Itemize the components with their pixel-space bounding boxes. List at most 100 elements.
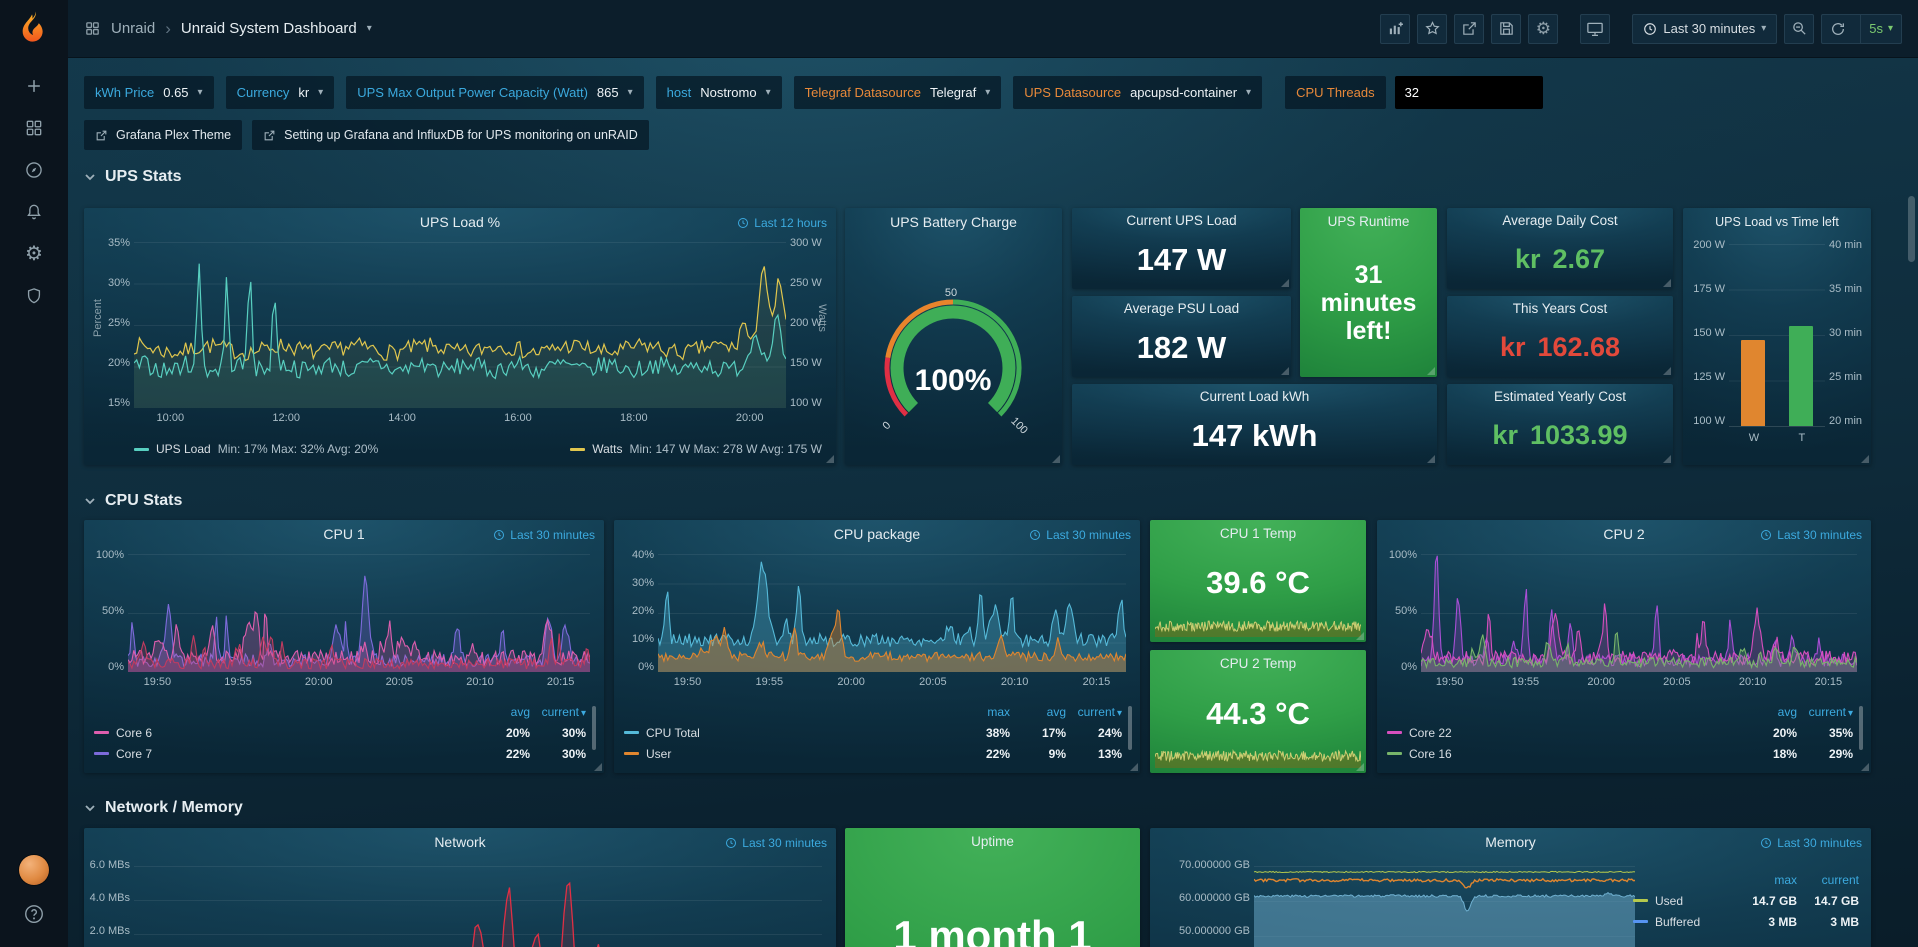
- add-panel-button[interactable]: [1380, 14, 1410, 44]
- caret-down-icon[interactable]: ▾: [367, 24, 372, 34]
- configuration-gear-icon[interactable]: ⚙: [13, 233, 55, 275]
- legend-col-current[interactable]: current▾: [530, 705, 586, 719]
- stat-number: 2.67: [1552, 244, 1605, 275]
- variable-telegraf-datasource[interactable]: Telegraf Datasource Telegraf ▾: [794, 76, 1002, 109]
- dashboards-grid-icon[interactable]: [13, 107, 55, 149]
- legend-row[interactable]: Core 16 18% 29%: [1387, 743, 1853, 764]
- panel-title[interactable]: This Years Cost: [1447, 296, 1673, 320]
- tv-mode-button[interactable]: [1580, 14, 1610, 44]
- create-plus-icon[interactable]: [13, 65, 55, 107]
- share-button[interactable]: [1454, 14, 1484, 44]
- cpu2-temp-sparkline: [1155, 744, 1361, 768]
- variable-ups-datasource[interactable]: UPS Datasource apcupsd-container ▾: [1013, 76, 1262, 109]
- dashboard-settings-button[interactable]: ⚙: [1528, 14, 1558, 44]
- legend-col-avg[interactable]: avg: [1010, 705, 1066, 719]
- panel-title[interactable]: Current Load kWh: [1072, 384, 1437, 408]
- legend-item-watts[interactable]: Watts Min: 147 W Max: 278 W Avg: 175 W: [570, 442, 822, 456]
- legend-scrollbar[interactable]: [1859, 706, 1863, 750]
- legend-item-ups-load[interactable]: UPS Load Min: 17% Max: 32% Avg: 20%: [134, 442, 378, 456]
- admin-shield-icon[interactable]: [13, 275, 55, 317]
- panel-title[interactable]: Average Daily Cost: [1447, 208, 1673, 232]
- network-chart[interactable]: [134, 866, 822, 947]
- legend-col-max[interactable]: max: [1735, 873, 1797, 887]
- legend-col-current[interactable]: current: [1797, 873, 1859, 887]
- cpu2-chart[interactable]: [1421, 554, 1857, 672]
- time-range-picker[interactable]: Last 30 minutes ▾: [1632, 14, 1777, 44]
- stat-number: 162.68: [1537, 332, 1620, 363]
- breadcrumb-dashboard-title[interactable]: Unraid System Dashboard: [181, 20, 357, 37]
- link-grafana-plex-theme[interactable]: Grafana Plex Theme: [84, 120, 242, 150]
- legend-scrollbar[interactable]: [592, 706, 596, 750]
- bar-time-left: [1789, 326, 1813, 426]
- refresh-now-button[interactable]: [1822, 15, 1854, 43]
- legend-row[interactable]: Core 22 20% 35%: [1387, 722, 1853, 743]
- series-color-dash: [1633, 899, 1648, 902]
- axis-tick: 20:05: [919, 676, 947, 688]
- legend-row[interactable]: Used 14.7 GB 14.7 GB: [1633, 890, 1859, 911]
- y-axis: 6.0 MBs 4.0 MBs 2.0 MBs: [86, 860, 130, 936]
- caret-down-icon: ▾: [1761, 24, 1766, 34]
- gauge-tick: 0: [880, 419, 893, 432]
- alerting-bell-icon[interactable]: [13, 191, 55, 233]
- cpu1-chart[interactable]: [128, 554, 590, 672]
- link-ups-monitoring-guide[interactable]: Setting up Grafana and InfluxDB for UPS …: [252, 120, 649, 150]
- legend-col-avg[interactable]: avg: [474, 705, 530, 719]
- series-color-dash: [624, 731, 639, 734]
- variable-label: kWh Price: [95, 85, 154, 100]
- legend-scrollbar[interactable]: [1128, 706, 1132, 750]
- panel-title[interactable]: Estimated Yearly Cost: [1447, 384, 1673, 408]
- panel-title[interactable]: UPS Load %: [84, 208, 836, 236]
- axis-tick: 30 min: [1829, 328, 1862, 338]
- caret-down-icon: ▾: [1246, 88, 1251, 98]
- sort-caret-icon: ▾: [581, 708, 586, 719]
- legend-row[interactable]: Core 7 22% 30%: [94, 743, 586, 764]
- row-header-ups-stats[interactable]: UPS Stats: [84, 168, 181, 186]
- clock-icon: [1029, 529, 1041, 541]
- grafana-logo[interactable]: [17, 9, 51, 43]
- panel-title[interactable]: UPS Load vs Time left: [1683, 208, 1871, 236]
- cpu-threads-input[interactable]: [1395, 76, 1543, 109]
- breadcrumb-folder[interactable]: Unraid: [111, 20, 155, 37]
- axis-tick: 150 W: [1693, 328, 1725, 338]
- variable-host[interactable]: host Nostromo ▾: [656, 76, 782, 109]
- panel-title[interactable]: Average PSU Load: [1072, 296, 1291, 320]
- save-button[interactable]: [1491, 14, 1521, 44]
- star-button[interactable]: [1417, 14, 1447, 44]
- panel-title[interactable]: Network: [84, 828, 836, 856]
- zoom-out-button[interactable]: [1784, 14, 1814, 44]
- refresh-interval-picker[interactable]: 5s ▾: [1860, 15, 1901, 43]
- user-avatar[interactable]: [19, 855, 49, 885]
- panel-title[interactable]: CPU 2 Temp: [1150, 650, 1366, 678]
- memory-chart[interactable]: [1254, 866, 1635, 947]
- legend-col-current[interactable]: current▾: [1797, 705, 1853, 719]
- legend-row[interactable]: CPU Total 38% 17% 24%: [624, 722, 1122, 743]
- legend-col-current[interactable]: current▾: [1066, 705, 1122, 719]
- legend-col-avg[interactable]: avg: [1741, 705, 1797, 719]
- cpu-package-chart[interactable]: [658, 554, 1126, 672]
- variable-kwh-price[interactable]: kWh Price 0.65 ▾: [84, 76, 214, 109]
- help-icon[interactable]: [13, 893, 55, 935]
- panel-cpu1: CPU 1 Last 30 minutes 100% 50% 0% 19:50 …: [84, 520, 604, 773]
- row-header-network-memory[interactable]: Network / Memory: [84, 799, 243, 817]
- variable-currency[interactable]: Currency kr ▾: [226, 76, 335, 109]
- panel-title[interactable]: Uptime: [845, 828, 1140, 856]
- clock-icon: [1760, 529, 1772, 541]
- panel-title[interactable]: CPU 1 Temp: [1150, 520, 1366, 548]
- row-header-cpu-stats[interactable]: CPU Stats: [84, 492, 182, 510]
- legend-row[interactable]: Buffered 3 MB 3 MB: [1633, 911, 1859, 932]
- chevron-down-icon: [84, 171, 96, 183]
- variable-value: kr: [298, 85, 309, 100]
- explore-compass-icon[interactable]: [13, 149, 55, 191]
- legend-col-max[interactable]: max: [954, 705, 1010, 719]
- axis-tick: 250 W: [790, 278, 822, 288]
- panel-title[interactable]: UPS Battery Charge: [845, 208, 1062, 236]
- gauge-value: 100%: [915, 364, 992, 397]
- bar-chart[interactable]: [1729, 244, 1825, 427]
- page-scrollbar[interactable]: [1908, 196, 1915, 262]
- variable-ups-max-output[interactable]: UPS Max Output Power Capacity (Watt) 865…: [346, 76, 643, 109]
- legend-row[interactable]: User 22% 9% 13%: [624, 743, 1122, 764]
- ups-load-chart[interactable]: [134, 242, 786, 408]
- legend-row[interactable]: Core 6 20% 30%: [94, 722, 586, 743]
- panel-title[interactable]: Current UPS Load: [1072, 208, 1291, 232]
- legend-series-name: Watts: [592, 442, 622, 456]
